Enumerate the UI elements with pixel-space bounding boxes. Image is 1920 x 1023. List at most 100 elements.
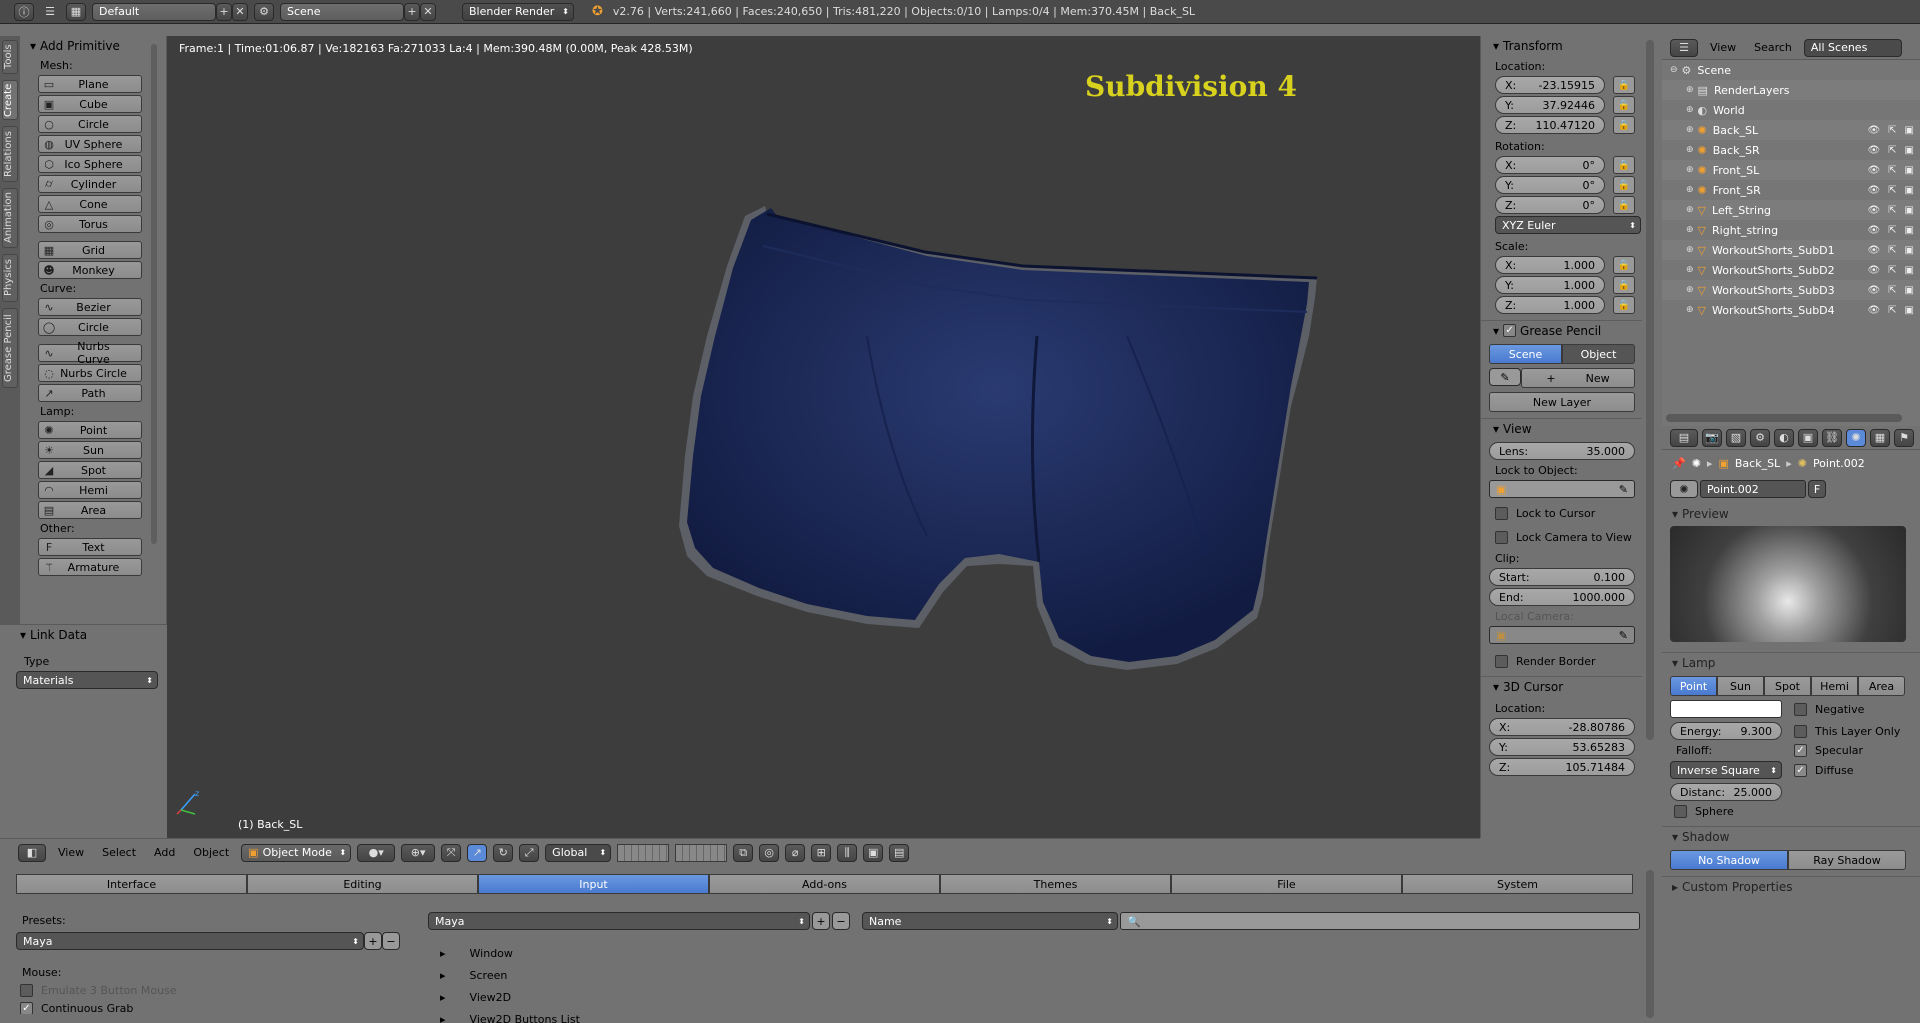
lamp-header[interactable]: ▾ Lamp [1662,652,1920,672]
outliner-menu-view[interactable]: View [1704,41,1742,54]
location-x-field[interactable]: X: -23.15915 [1495,76,1605,94]
texture-tab-icon[interactable]: ▦ [1870,428,1890,447]
tab-create[interactable]: Create [2,80,18,120]
scale-x-field[interactable]: X: 1.000 [1495,256,1605,274]
lock-scale-y-icon[interactable]: 🔒 [1613,276,1635,294]
eye-icon[interactable]: 👁 [1867,245,1880,256]
presets-dropdown[interactable]: Maya ⬍ [16,932,364,950]
layers-grid-1[interactable] [617,843,670,862]
gp-scene-tab[interactable]: Scene [1489,344,1562,364]
remove-keymap-icon[interactable]: − [832,912,850,930]
tab-tools[interactable]: Tools [2,40,18,74]
negative-checkbox[interactable] [1794,702,1807,716]
lamp-datablock-name[interactable]: Point.002 [1700,480,1806,498]
add-hemi-button[interactable]: ◠ Hemi [38,481,142,499]
render-engine-dropdown[interactable]: Blender Render ⬍ [462,2,574,21]
render-icon[interactable]: ▣ [1905,245,1914,256]
prefs-tab-interface[interactable]: Interface [16,874,247,894]
add-armature-button[interactable]: ⚚ Armature [38,558,142,576]
add-circle-button[interactable]: ◯ Circle [38,318,142,336]
lock-y-icon[interactable]: 🔒 [1613,96,1635,114]
outliner-menu-search[interactable]: Search [1748,41,1798,54]
outliner-item-left-string[interactable]: ⊕ ▽ Left_String 👁 ⇱ ▣ [1662,200,1920,220]
keymap-dropdown[interactable]: Maya ⬍ [428,912,810,930]
shorts-model[interactable] [167,36,1480,838]
disclosure-triangle-icon[interactable]: ▸ [440,1013,446,1023]
link-data-header[interactable]: ▾ Link Data [0,625,167,645]
eye-icon[interactable]: 👁 [1867,285,1880,296]
local-camera-field[interactable]: ▣ ✎ [1489,626,1635,644]
layout-icon[interactable]: ▦ [66,2,86,21]
cursor-x-field[interactable]: X: -28.80786 [1489,718,1635,736]
add-grid-button[interactable]: ▦ Grid [38,241,142,259]
eye-icon[interactable]: 👁 [1867,165,1880,176]
fake-user-button[interactable]: F [1808,480,1826,498]
lock-x-icon[interactable]: 🔒 [1613,76,1635,94]
no-shadow-button[interactable]: No Shadow [1670,850,1788,870]
object-tab-icon[interactable]: ▣ [1798,428,1818,447]
expand-icon[interactable]: ⊕ [1686,285,1694,295]
eyedropper-icon[interactable]: ✎ [1619,483,1628,496]
tab-physics[interactable]: Physics [2,254,18,302]
add-area-button[interactable]: ▤ Area [38,501,142,519]
editor-type-icon[interactable]: ◧ [18,843,46,862]
prefs-tab-system[interactable]: System [1402,874,1633,894]
orientation-dropdown[interactable]: Global ⬍ [545,843,612,862]
falloff-dropdown[interactable]: Inverse Square ⬍ [1670,761,1782,779]
add-cylinder-button[interactable]: ⌭ Cylinder [38,175,142,193]
render-opengl-icon[interactable]: ▣ [863,843,884,862]
emulate-3-button-checkbox[interactable] [20,984,33,997]
expand-icon[interactable]: ⊖ [1670,65,1678,75]
info-editor-icon[interactable]: ⓘ [14,2,34,21]
prefs-tab-file[interactable]: File [1171,874,1402,894]
add-point-button[interactable]: ✺ Point [38,421,142,439]
outliner-item-back-sr[interactable]: ⊕ ✺ Back_SR 👁 ⇱ ▣ [1662,140,1920,160]
this-layer-only-checkbox[interactable] [1794,724,1807,738]
render-icon[interactable]: ▣ [1905,205,1914,216]
expand-icon[interactable]: ⊕ [1686,205,1694,215]
eye-icon[interactable]: 👁 [1867,145,1880,156]
eye-icon[interactable]: 👁 [1867,185,1880,196]
disclosure-triangle-icon[interactable]: ▸ [440,969,446,982]
disclosure-triangle-icon[interactable]: ▸ [440,991,446,1004]
custom-properties-header[interactable]: ▸ Custom Properties [1662,876,1920,896]
add-nurbs-circle-button[interactable]: ◌ Nurbs Circle [38,364,142,382]
lock-scale-x-icon[interactable]: 🔒 [1613,256,1635,274]
ray-shadow-button[interactable]: Ray Shadow [1788,850,1906,870]
expand-icon[interactable]: ⊕ [1686,245,1694,255]
layout-selector[interactable]: Default [92,2,216,21]
cursor-icon[interactable]: ⇱ [1888,265,1896,276]
eye-icon[interactable]: 👁 [1867,205,1880,216]
diffuse-checkbox[interactable]: ✓ [1794,763,1807,777]
physics-tab-icon[interactable]: ⚑ [1894,428,1914,447]
render-anim-icon[interactable]: ▤ [889,843,910,862]
add-cone-button[interactable]: △ Cone [38,195,142,213]
lamp-type-spot[interactable]: Spot [1764,676,1811,696]
layers-grid-2[interactable] [675,843,728,862]
remove-preset-icon[interactable]: − [382,932,400,950]
gp-new-button[interactable]: + New [1521,368,1635,388]
proportional-edit-icon[interactable]: ◎ [759,843,780,862]
prefs-tab-input[interactable]: Input [478,874,709,894]
outliner-item-back-sl[interactable]: ⊕ ✺ Back_SL 👁 ⇱ ▣ [1662,120,1920,140]
outliner-item-workoutshorts-subd2[interactable]: ⊕ ▽ WorkoutShorts_SubD2 👁 ⇱ ▣ [1662,260,1920,280]
scale-z-field[interactable]: Z: 1.000 [1495,296,1605,314]
outliner-item-workoutshorts-subd4[interactable]: ⊕ ▽ WorkoutShorts_SubD4 👁 ⇱ ▣ [1662,300,1920,320]
add-text-button[interactable]: F Text [38,538,142,556]
render-icon[interactable]: ▣ [1905,225,1914,236]
cursor-z-field[interactable]: Z: 105.71484 [1489,758,1635,776]
add-torus-button[interactable]: ◎ Torus [38,215,142,233]
scene-tab-icon[interactable]: ⚙ [1750,428,1770,447]
lock-layers-icon[interactable]: ⧉ [733,843,754,862]
outliner-item-scene[interactable]: ⊖ ⚙ Scene [1662,60,1920,80]
menu-add[interactable]: Add [148,846,181,859]
snap-toggle-icon[interactable]: ⌀ [785,843,806,862]
eye-icon[interactable]: 👁 [1867,225,1880,236]
expand-icon[interactable]: ⊕ [1686,265,1694,275]
cursor-icon[interactable]: ⇱ [1888,225,1896,236]
lamp-type-hemi[interactable]: Hemi [1811,676,1858,696]
scale-icon[interactable]: ⤢ [519,843,540,862]
add-monkey-button[interactable]: ☻ Monkey [38,261,142,279]
lock-rot-y-icon[interactable]: 🔒 [1613,176,1635,194]
lock-rot-x-icon[interactable]: 🔒 [1613,156,1635,174]
